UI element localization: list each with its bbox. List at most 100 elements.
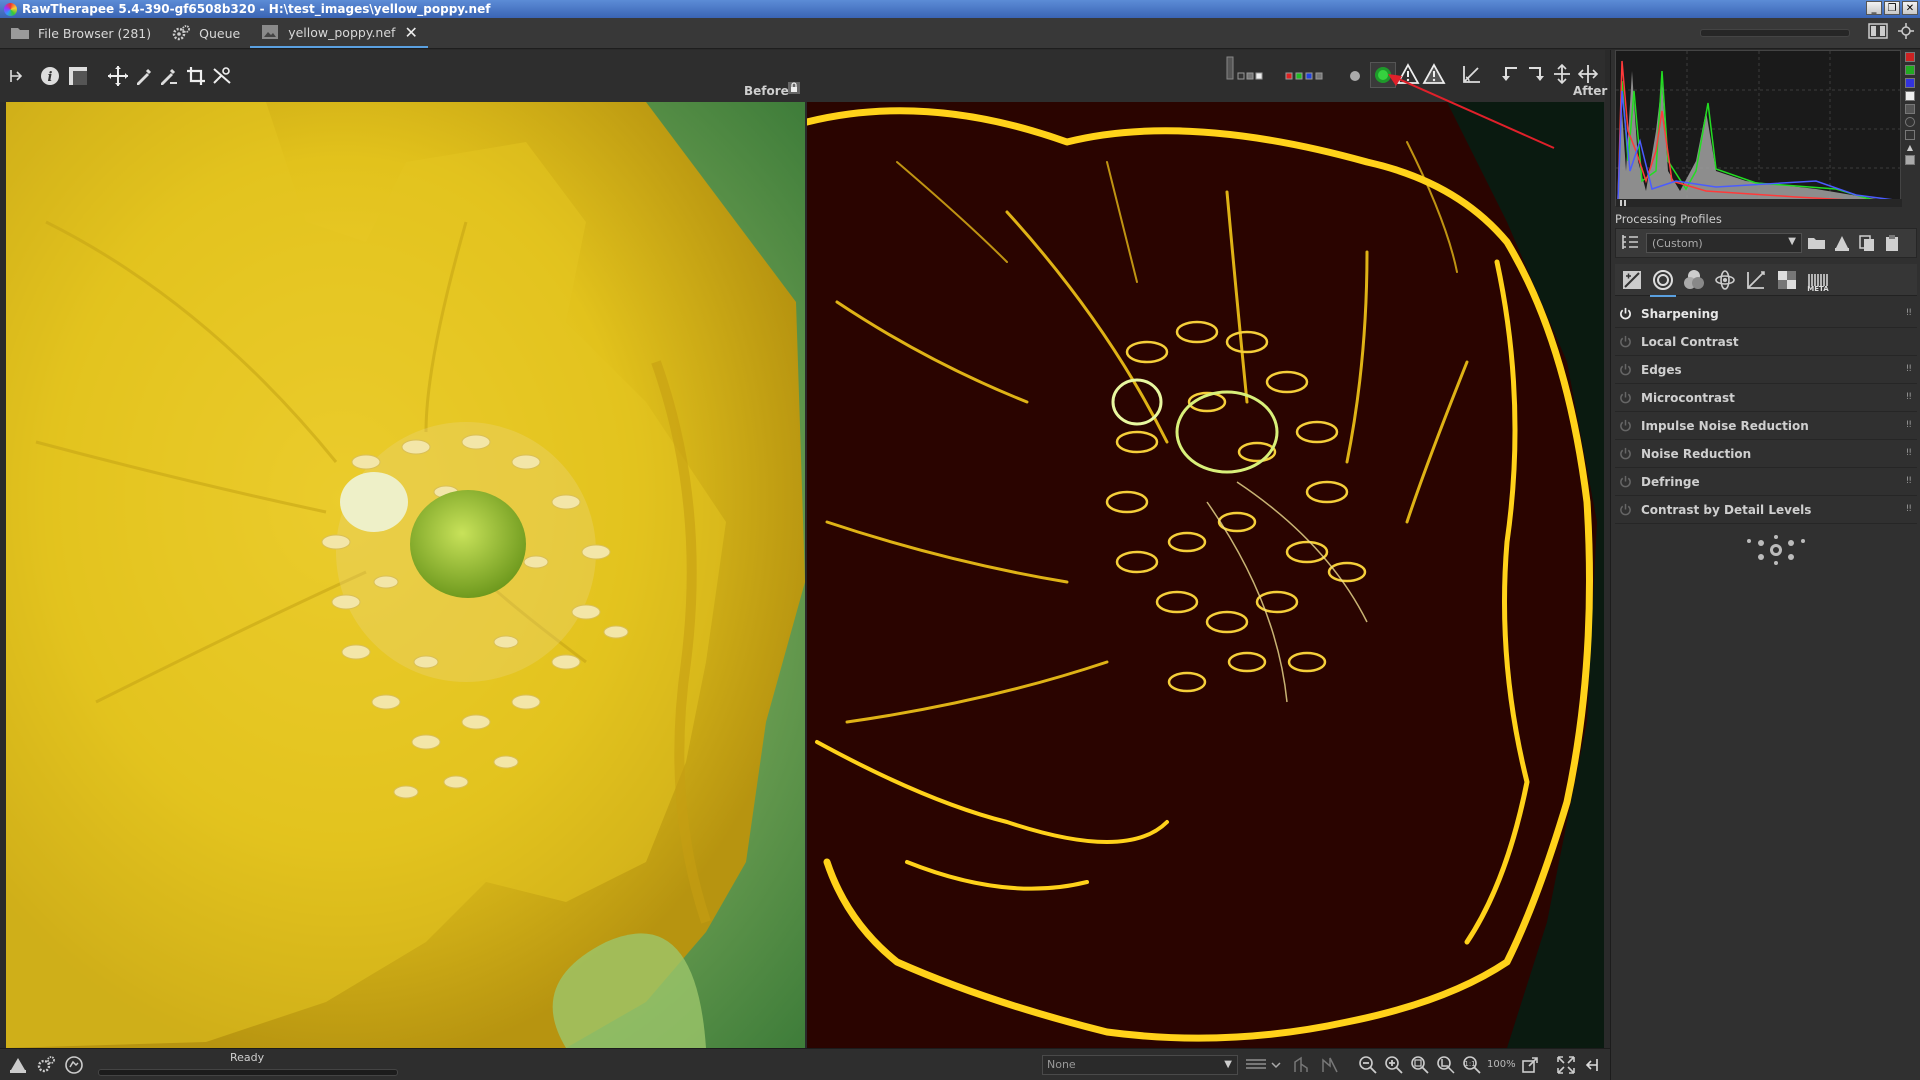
color-management-icon[interactable] <box>1244 1053 1282 1077</box>
open-profile-icon[interactable] <box>1807 233 1827 253</box>
power-off-icon[interactable] <box>1619 475 1632 488</box>
after-image-pane[interactable] <box>807 102 1604 1048</box>
tool-sharpening[interactable]: Sharpening !! <box>1615 300 1917 328</box>
close-window-button[interactable]: ✕ <box>1902 1 1918 15</box>
histo-green-toggle[interactable] <box>1905 65 1915 75</box>
histo-scale-icon[interactable]: ▲ <box>1907 143 1913 152</box>
crop-icon[interactable] <box>184 64 208 88</box>
fullscreen-icon[interactable] <box>1896 22 1916 43</box>
chevron-down-icon: ▼ <box>1224 1059 1232 1070</box>
histo-chroma-toggle[interactable] <box>1905 104 1915 114</box>
reset-icon[interactable]: !! <box>1906 504 1912 514</box>
reset-icon[interactable]: !! <box>1906 392 1912 402</box>
gamut-check-icon[interactable] <box>1318 1053 1342 1077</box>
zoom-100-icon[interactable]: 1:1 <box>1460 1053 1484 1077</box>
send-to-queue-icon[interactable] <box>6 1053 30 1077</box>
zoom-out-icon[interactable] <box>1356 1053 1380 1077</box>
tool-impulse-noise-reduction[interactable]: Impulse Noise Reduction !! <box>1615 412 1917 440</box>
gears-icon <box>171 25 191 41</box>
raw-tab-icon[interactable] <box>1776 269 1798 291</box>
histo-red-toggle[interactable] <box>1905 52 1915 62</box>
minimize-button[interactable]: _ <box>1866 1 1882 15</box>
maximize-button[interactable]: ❐ <box>1884 1 1900 15</box>
exposure-tab-icon[interactable] <box>1621 269 1643 291</box>
tab-file-browser[interactable]: File Browser (281) <box>0 18 161 48</box>
chevron-down-icon: ▼ <box>1788 236 1796 247</box>
before-lock-icon[interactable] <box>786 80 802 96</box>
profile-list-icon[interactable] <box>1620 233 1640 254</box>
tool-microcontrast[interactable]: Microcontrast !! <box>1615 384 1917 412</box>
app-logo-icon <box>4 2 17 16</box>
external-editor-icon[interactable] <box>62 1053 86 1077</box>
histo-blue-toggle[interactable] <box>1905 78 1915 88</box>
metadata-tab-icon[interactable]: META <box>1807 269 1829 293</box>
svg-text:i: i <box>48 70 53 85</box>
svg-text:1:1: 1:1 <box>1464 1060 1475 1068</box>
flip-horizontal-icon[interactable] <box>1576 62 1600 86</box>
power-off-icon[interactable] <box>1619 335 1632 348</box>
power-off-icon[interactable] <box>1619 419 1632 432</box>
info-icon[interactable]: i <box>38 64 62 88</box>
channel-rgb-icons[interactable] <box>1284 64 1330 88</box>
new-detail-window-icon[interactable] <box>1518 1053 1542 1077</box>
processing-profiles-row: (Custom) ▼ <box>1615 228 1917 258</box>
hide-right-panel-icon[interactable] <box>1580 1053 1604 1077</box>
power-on-icon[interactable] <box>1619 307 1632 320</box>
tabbar-slider[interactable] <box>1700 28 1850 37</box>
close-tab-icon[interactable]: ✕ <box>404 23 417 42</box>
color-picker-icon[interactable] <box>156 64 180 88</box>
panel-layout-icon[interactable] <box>1868 22 1888 43</box>
before-after-toggle-icon[interactable] <box>66 64 90 88</box>
tab-editor-yellow-poppy[interactable]: yellow_poppy.nef ✕ <box>250 18 428 48</box>
power-off-icon[interactable] <box>1619 363 1632 376</box>
power-off-icon[interactable] <box>1619 391 1632 404</box>
reset-icon[interactable]: !! <box>1906 420 1912 430</box>
histogram <box>1615 50 1903 207</box>
power-off-icon[interactable] <box>1619 503 1632 516</box>
histo-luminance-toggle[interactable] <box>1905 91 1915 101</box>
copy-profile-icon[interactable] <box>1857 233 1877 253</box>
histogram-controls: ▲ <box>1903 52 1917 165</box>
focus-mask-icon[interactable] <box>1344 64 1366 88</box>
power-off-icon[interactable] <box>1619 447 1632 460</box>
tool-contrast-by-detail-levels[interactable]: Contrast by Detail Levels !! <box>1615 496 1917 524</box>
zoom-fit-crop-icon[interactable] <box>1434 1053 1458 1077</box>
channel-rgb-preview-icon[interactable] <box>1224 54 1236 82</box>
hide-left-panel-icon[interactable] <box>4 64 28 88</box>
tool-edges[interactable]: Edges !! <box>1615 356 1917 384</box>
straighten-icon[interactable] <box>210 64 234 88</box>
advanced-tab-icon[interactable] <box>1714 269 1736 291</box>
white-balance-picker-icon[interactable] <box>132 64 156 88</box>
window-title: RawTherapee 5.4-390-gf6508b320 - H:\test… <box>22 2 491 16</box>
profile-select[interactable]: (Custom) ▼ <box>1646 233 1802 253</box>
reset-icon[interactable]: !! <box>1906 448 1912 458</box>
queue-settings-icon[interactable] <box>34 1053 58 1077</box>
reset-icon[interactable]: !! <box>1906 308 1912 318</box>
fullscreen-view-icon[interactable] <box>1554 1053 1578 1077</box>
zoom-in-icon[interactable] <box>1382 1053 1406 1077</box>
hand-tool-icon[interactable] <box>106 64 130 88</box>
tool-defringe[interactable]: Defringe !! <box>1615 468 1917 496</box>
detail-tab-icon[interactable] <box>1650 269 1676 297</box>
tab-label: Queue <box>199 25 241 41</box>
histo-bar-toggle[interactable] <box>1905 130 1915 140</box>
preview-mode-select[interactable]: None ▼ <box>1042 1055 1238 1075</box>
save-profile-icon[interactable] <box>1832 233 1852 253</box>
paste-profile-icon[interactable] <box>1882 233 1902 253</box>
after-sharpening-mask <box>807 102 1604 1048</box>
tab-queue[interactable]: Queue <box>161 18 250 48</box>
right-tool-panel: ▲ Processing Profiles (Custom) ▼ META Sh… <box>1610 50 1920 1080</box>
histo-mode-toggle[interactable] <box>1905 155 1915 165</box>
reset-icon[interactable]: !! <box>1906 364 1912 374</box>
before-image-pane[interactable] <box>6 102 805 1048</box>
before-label: Before <box>744 84 789 98</box>
tool-noise-reduction[interactable]: Noise Reduction !! <box>1615 440 1917 468</box>
color-tab-icon[interactable] <box>1683 269 1705 291</box>
channel-luminance-icons[interactable] <box>1236 64 1268 88</box>
zoom-fit-icon[interactable] <box>1408 1053 1432 1077</box>
reset-icon[interactable]: !! <box>1906 476 1912 486</box>
tool-local-contrast[interactable]: Local Contrast <box>1615 328 1917 356</box>
transform-tab-icon[interactable] <box>1745 269 1767 291</box>
softproof-icon[interactable] <box>1290 1053 1314 1077</box>
histo-raw-toggle[interactable] <box>1905 117 1915 127</box>
